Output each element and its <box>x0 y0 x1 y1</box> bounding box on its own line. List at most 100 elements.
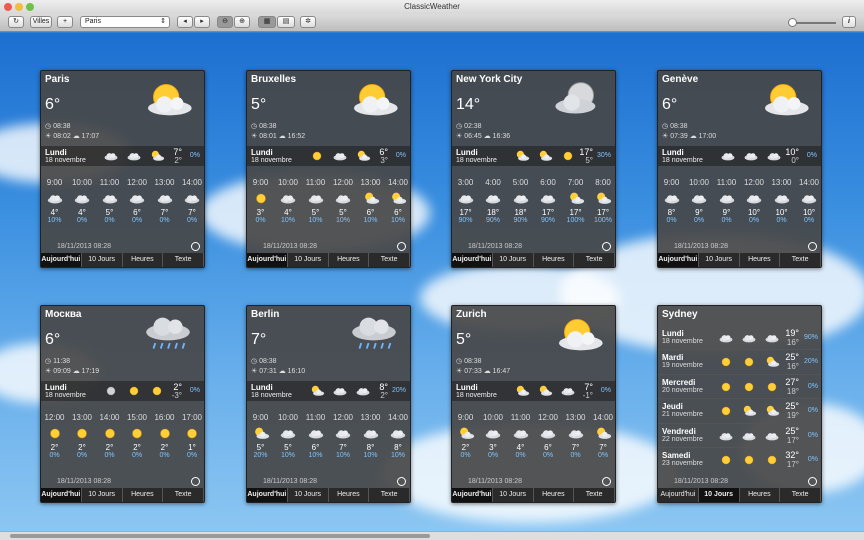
zoom-out-button[interactable]: ⊖ <box>217 16 233 28</box>
sun-icon <box>741 355 757 369</box>
scrollbar-thumb[interactable] <box>10 534 430 538</box>
tab-1[interactable]: 10 Jours <box>288 488 329 502</box>
tab-3[interactable]: Texte <box>780 253 821 267</box>
tab-3[interactable]: Texte <box>780 488 821 502</box>
tab-0[interactable]: Aujourd'hui <box>41 488 82 502</box>
tab-3[interactable]: Texte <box>369 253 410 267</box>
tab-0[interactable]: Aujourd'hui <box>247 488 288 502</box>
sun-cloud-icon <box>764 404 780 418</box>
day-name: Samedi <box>662 451 691 460</box>
tab-0[interactable]: Aujourd'hui <box>41 253 82 267</box>
day-date: 23 novembre <box>662 460 703 467</box>
tab-0[interactable]: Aujourd'hui <box>452 488 493 502</box>
villes-button[interactable]: Villes <box>30 16 52 28</box>
update-stamp: 18/11/2013 08:28 <box>45 476 202 488</box>
tab-2[interactable]: Heures <box>329 253 370 267</box>
rain-cloud-icon <box>140 314 196 354</box>
tab-0[interactable]: Aujourd'hui <box>658 253 699 267</box>
update-time: 18/11/2013 08:28 <box>263 478 317 485</box>
zoom-in-button[interactable]: ⊕ <box>234 16 250 28</box>
hour-time: 14:00 <box>798 178 820 187</box>
today-date: 18 novembre <box>45 157 86 164</box>
day-high: 27° <box>785 376 799 387</box>
sunrise-value: 08:02 <box>53 133 71 140</box>
size-slider-knob[interactable] <box>788 18 797 27</box>
hour-time: 11:00 <box>305 413 326 422</box>
close-window-button[interactable] <box>4 3 12 11</box>
settings-button[interactable]: ✲ <box>300 16 316 28</box>
hour-precip: 0% <box>104 452 115 459</box>
refresh-icon[interactable] <box>397 477 406 486</box>
day-row: Mercredi 20 novembre 27° 18° 0% <box>658 373 821 398</box>
city-name: Zurich <box>456 309 487 320</box>
sunset-value: 16:36 <box>492 133 511 140</box>
tab-1[interactable]: 10 Jours <box>82 253 123 267</box>
tab-2[interactable]: Heures <box>329 488 370 502</box>
tab-0[interactable]: Aujourd'hui <box>452 253 493 267</box>
hour-column: 13:00 7° 0% <box>151 178 178 224</box>
minimize-window-button[interactable] <box>15 3 23 11</box>
tab-1[interactable]: 10 Jours <box>698 488 740 502</box>
refresh-icon[interactable] <box>808 477 817 486</box>
moon-cloud-icon <box>551 79 607 119</box>
list-view-button[interactable]: ▤ <box>277 16 295 28</box>
hour-column: 10:00 4° 10% <box>275 178 302 224</box>
tab-3[interactable]: Texte <box>163 488 204 502</box>
tab-2[interactable]: Heures <box>123 253 164 267</box>
add-city-button[interactable]: + <box>57 16 73 28</box>
hour-time: 10:00 <box>277 178 299 187</box>
grid-view-button[interactable]: ▦ <box>258 16 276 28</box>
tab-2[interactable]: Heures <box>534 488 575 502</box>
tab-3[interactable]: Texte <box>574 253 615 267</box>
refresh-icon[interactable] <box>397 242 406 251</box>
zoom-window-button[interactable] <box>26 3 34 11</box>
tab-1[interactable]: 10 Jours <box>699 253 740 267</box>
sun-cloud-icon <box>309 384 325 398</box>
sunrise-icon: ☀ <box>45 133 54 140</box>
refresh-icon[interactable] <box>191 477 200 486</box>
tab-0[interactable]: Aujourd'hui <box>247 253 288 267</box>
info-button[interactable]: i <box>842 16 856 28</box>
refresh-icon[interactable] <box>191 242 200 251</box>
tab-1[interactable]: 10 Jours <box>82 488 123 502</box>
refresh-button[interactable]: ↻ <box>8 16 24 28</box>
hour-time: 12:00 <box>537 413 559 422</box>
tab-3[interactable]: Texte <box>574 488 615 502</box>
hour-precip: 20% <box>253 452 268 459</box>
day-row: Vendredi 22 novembre 25° 17° 0% <box>658 422 821 447</box>
cloud-icon <box>718 331 734 345</box>
city-panel: Москва 6° ◷ 11:38 ☀ 09:09 ☁ 17:19 Lundi 18 no… <box>40 305 205 503</box>
next-button[interactable]: ▸ <box>194 16 210 28</box>
city-select-value: Paris <box>85 18 101 25</box>
tab-3[interactable]: Texte <box>369 488 410 502</box>
refresh-icon[interactable] <box>602 242 611 251</box>
hour-time: 10:00 <box>482 413 504 422</box>
tab-3[interactable]: Texte <box>163 253 204 267</box>
sunrise-value: 09:09 <box>53 368 71 375</box>
day-date: 20 novembre <box>662 386 703 394</box>
refresh-icon[interactable] <box>602 477 611 486</box>
tab-2[interactable]: Heures <box>534 253 575 267</box>
city-select[interactable]: Paris ⇕ <box>80 16 170 28</box>
hour-temp: 8° <box>366 443 375 452</box>
tab-0[interactable]: Aujourd'hui <box>658 488 699 502</box>
sun-cloud-icon <box>594 191 612 206</box>
sunset-icon: ☁ <box>276 368 288 375</box>
sunrise-icon: ☀ <box>456 368 465 375</box>
tab-1[interactable]: 10 Jours <box>288 253 329 267</box>
tab-2[interactable]: Heures <box>740 253 781 267</box>
tab-1[interactable]: 10 Jours <box>493 253 534 267</box>
cloud-icon <box>334 426 352 441</box>
horizontal-scrollbar[interactable] <box>0 531 864 540</box>
hour-temp: 6° <box>311 443 320 452</box>
tab-2[interactable]: Heures <box>740 488 781 502</box>
cloud-icon <box>720 149 736 163</box>
hour-column: 10:00 9° 0% <box>686 178 713 224</box>
previous-button[interactable]: ◂ <box>177 16 193 28</box>
refresh-icon[interactable] <box>808 242 817 251</box>
sun-cloud-icon <box>140 79 196 119</box>
hourly-forecast: 9:00 2° 0% 10:00 3° 0% 11:00 4° 0% 12:00 6° 0% 13:00… <box>452 413 615 473</box>
tab-1[interactable]: 10 Jours <box>493 488 534 502</box>
tab-2[interactable]: Heures <box>123 488 164 502</box>
hour-time: 14:00 <box>181 178 203 187</box>
